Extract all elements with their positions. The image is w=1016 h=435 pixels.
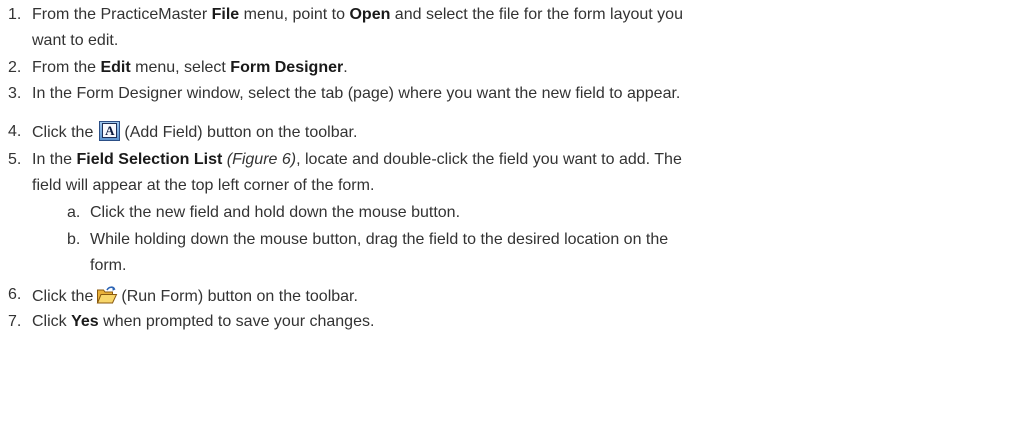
step-text: From the Edit menu, select Form Designer… xyxy=(32,57,348,79)
add-field-icon-letter: A xyxy=(102,123,118,138)
substep-text: Click the new field and hold down the mo… xyxy=(90,204,461,221)
step-text: Click the A (Add Field) button on the tool… xyxy=(32,121,357,143)
step-text: Click the (Run Form) button on the toolb… xyxy=(32,284,358,306)
step-number: 5. xyxy=(8,151,22,168)
step-text: Click Yes when prompted to save your cha… xyxy=(32,311,374,333)
add-field-icon: A xyxy=(99,121,121,141)
substep-letter: a. xyxy=(67,204,81,221)
step-text-continued: want to edit. xyxy=(32,32,119,49)
menu-item-name: Open xyxy=(349,6,391,23)
menu-name: Edit xyxy=(100,59,131,76)
substep-text-continued: form. xyxy=(90,257,127,274)
text-segment: In the xyxy=(32,151,77,168)
step-number: 7. xyxy=(8,313,22,330)
step-number: 2. xyxy=(8,59,22,76)
text-segment: menu, point to xyxy=(239,6,350,23)
substep-letter: b. xyxy=(67,231,81,248)
menu-item-name: Form Designer xyxy=(230,59,344,76)
text-segment: (Run Form) button on the toolbar. xyxy=(121,288,358,305)
dialog-name: Field Selection List xyxy=(76,151,223,168)
substep-text: While holding down the mouse button, dra… xyxy=(90,231,669,248)
text-segment: Click the xyxy=(32,288,94,305)
text-segment: and select the file for the form layout … xyxy=(390,6,683,23)
step-number: 6. xyxy=(8,286,22,303)
text-segment: From the PracticeMaster xyxy=(32,6,212,23)
step-number: 4. xyxy=(8,123,22,140)
text-segment: From the xyxy=(32,59,101,76)
figure-reference: (Figure 6) xyxy=(226,151,297,168)
text-segment: , locate and double-click the field you … xyxy=(296,151,682,168)
step-number: 1. xyxy=(8,6,22,23)
text-segment: when prompted to save your changes. xyxy=(98,313,375,330)
text-segment: Click xyxy=(32,313,72,330)
text-segment: menu, select xyxy=(130,59,231,76)
menu-name: File xyxy=(211,6,240,23)
button-name: Yes xyxy=(71,313,99,330)
text-segment: . xyxy=(343,59,348,76)
step-text: In the Form Designer window, select the … xyxy=(32,85,681,102)
open-folder-icon xyxy=(97,286,118,304)
text-segment: (Add Field) button on the toolbar. xyxy=(124,124,358,141)
text-segment: Click the xyxy=(32,124,94,141)
step-number: 3. xyxy=(8,85,22,102)
step-text-continued: field will appear at the top left corner… xyxy=(32,177,375,194)
step-text: From the PracticeMaster File menu, point… xyxy=(32,4,683,26)
step-text: In the Field Selection List (Figure 6), … xyxy=(32,149,682,171)
